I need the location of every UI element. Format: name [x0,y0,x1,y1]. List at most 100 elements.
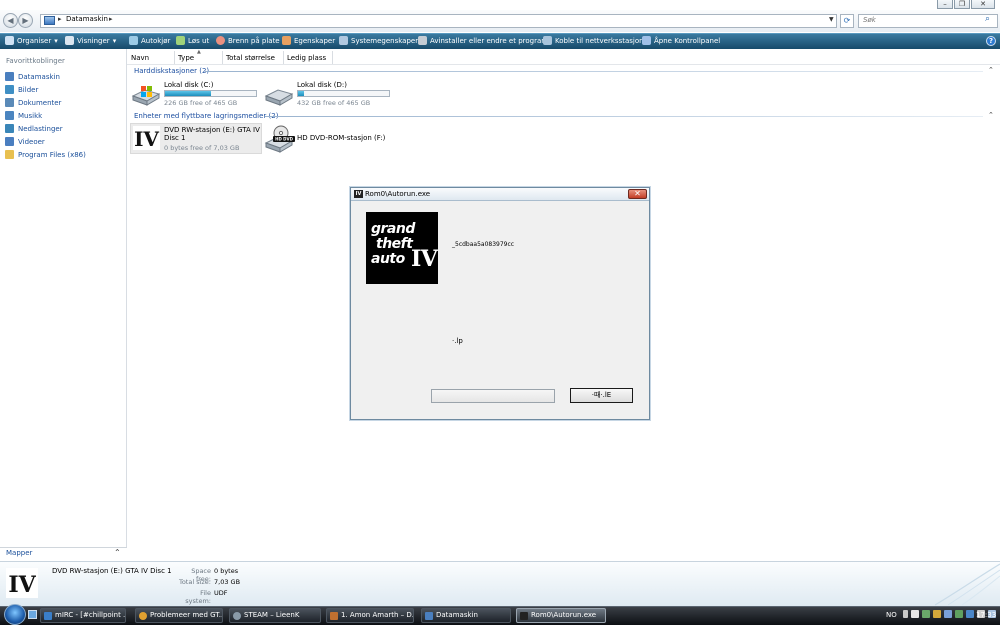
space-free-value: 0 bytes [214,567,239,575]
dialog-close-button[interactable]: ✕ [628,189,647,199]
mirc-icon [44,612,52,620]
forward-button[interactable]: ▶ [18,13,33,28]
documents-icon [5,98,14,107]
organize-button[interactable]: Organiser ▾ [5,36,58,45]
group-header-hdd[interactable]: Harddiskstasjoner (2) [134,67,209,75]
drive-c-usage-bar [164,90,257,97]
group-header-removable[interactable]: Enheter med flyttbare lagringsmedier (2) [134,112,278,120]
column-divider[interactable] [332,51,333,64]
chevron-up-icon[interactable]: ⌃ [988,66,994,74]
sidebar-item-computer[interactable]: Datamaskin [5,72,60,81]
gta-app-icon [520,612,528,620]
sidebar-item-program-files[interactable]: Program Files (x86) [5,150,86,159]
sidebar-item-label: Nedlastinger [18,124,63,133]
tray-app-icon[interactable] [944,610,952,618]
column-divider[interactable] [283,51,284,64]
drive-f-name[interactable]: HD DVD-ROM-stasjon (F:) [297,134,385,142]
quick-launch-icon[interactable] [28,610,37,619]
taskbar-item-browser[interactable]: Problemeer med GT... [135,608,223,623]
close-window-button[interactable]: ✕ [971,0,995,9]
chevron-up-icon[interactable]: ⌃ [988,111,994,119]
drive-d-name[interactable]: Lokal disk (D:) [297,81,347,89]
tray-app-icon[interactable] [966,610,974,618]
back-button[interactable]: ◀ [3,13,18,28]
search-icon[interactable]: ⌕ [985,14,990,24]
tray-app-icon[interactable] [933,610,941,618]
uninstall-button[interactable]: Avinstaller eller endre et program [418,36,548,45]
system-properties-button[interactable]: Systemegenskaper [339,36,418,45]
drive-c-icon [131,86,161,106]
views-button[interactable]: Visninger ▾ [65,36,116,45]
address-bar[interactable] [40,14,837,28]
folders-label[interactable]: Mapper [6,549,32,557]
taskbar-item-music-player[interactable]: 1. Amon Amarth – D... [326,608,414,623]
taskbar-item-mirc[interactable]: mIRC - [#chillpoint ... [40,608,126,623]
column-total-size[interactable]: Total størrelse [226,54,275,62]
toolbar-label: Avinstaller eller endre et program [430,36,549,45]
taskbar-item-label: Problemeer med GT... [150,611,223,619]
column-type[interactable]: Type [178,54,194,62]
column-divider[interactable] [222,51,223,64]
minimize-button[interactable]: – [937,0,953,9]
gta-app-icon: IV [354,190,363,198]
dialog-progress-field [431,389,555,403]
control-panel-button[interactable]: Åpne Kontrollpanel [642,36,720,45]
taskbar-item-explorer[interactable]: Datamaskin [421,608,511,623]
toolbar-label: Brenn på plate [228,36,280,45]
chevron-up-icon[interactable]: ⌃ [114,548,121,557]
breadcrumb-location[interactable]: Datamaskin [66,15,108,23]
file-system-label: File system: [185,589,211,605]
eject-icon [176,36,185,45]
toolbar-label: Visninger [77,36,110,45]
taskbar-item-label: mIRC - [#chillpoint ... [55,611,126,619]
chevron-down-icon[interactable]: ▼ [829,16,834,23]
steam-icon [233,612,241,620]
refresh-button[interactable]: ⟳ [840,14,854,28]
computer-icon [5,72,14,81]
taskbar-item-steam[interactable]: STEAM – LieenK [229,608,321,623]
folder-icon [5,150,14,159]
eject-button[interactable]: Løs ut [176,36,209,45]
drive-e-free: 0 bytes free of 7,03 GB [164,144,240,152]
taskbar-item-autorun[interactable]: Rom0\Autorun.exe [516,608,606,623]
downloads-icon [5,124,14,133]
gta-iv-logo: grand theft auto IV [366,212,438,284]
tray-app-icon[interactable] [955,610,963,618]
tray-app-icon[interactable] [922,610,930,618]
sidebar-item-documents[interactable]: Dokumenter [5,98,61,107]
properties-button[interactable]: Egenskaper [282,36,335,45]
network-drive-button[interactable]: Koble til nettverksstasjon [543,36,644,45]
drive-c-usage-fill [165,91,212,96]
help-button[interactable]: ? [986,36,996,46]
group-divider [205,71,983,72]
column-name[interactable]: Navn [131,54,149,62]
network-icon[interactable] [911,610,919,618]
clock[interactable]: 17:33 [976,611,996,619]
svg-text:IV: IV [8,572,36,598]
search-input[interactable] [858,14,998,28]
tray-expand-icon[interactable] [903,610,908,618]
column-divider[interactable] [174,51,175,64]
sidebar-item-label: Program Files (x86) [18,150,86,159]
breadcrumb-arrow-icon[interactable]: ▸ [58,15,62,23]
chevron-down-icon: ▾ [112,36,117,45]
sidebar-item-downloads[interactable]: Nedlastinger [5,124,63,133]
maximize-button[interactable]: ❐ [954,0,970,9]
sidebar-item-videos[interactable]: Videoer [5,137,45,146]
sort-ascending-icon: ▲ [197,49,201,55]
start-button[interactable] [4,604,26,625]
language-indicator[interactable]: NO [886,611,897,619]
sidebar-item-pictures[interactable]: Bilder [5,85,38,94]
autoplay-button[interactable]: Autokjør [129,36,170,45]
favorites-header: Favorittkoblinger [6,57,65,65]
column-free-space[interactable]: Ledig plass [287,54,326,62]
drive-c-name[interactable]: Lokal disk (C:) [164,81,213,89]
breadcrumb-arrow-icon[interactable]: ▸ [109,15,113,23]
sidebar-item-music[interactable]: Musikk [5,111,42,120]
drive-e-name[interactable]: DVD RW-stasjon (E:) GTA IV [164,126,260,134]
dialog-action-button[interactable]: ·때·.lE [570,388,633,403]
gta-iv-disc-icon: IV [6,568,38,598]
logo-text-theft: theft [376,236,413,252]
burn-button[interactable]: Brenn på plate [216,36,280,45]
drive-e-name-line2[interactable]: Disc 1 [164,134,186,142]
